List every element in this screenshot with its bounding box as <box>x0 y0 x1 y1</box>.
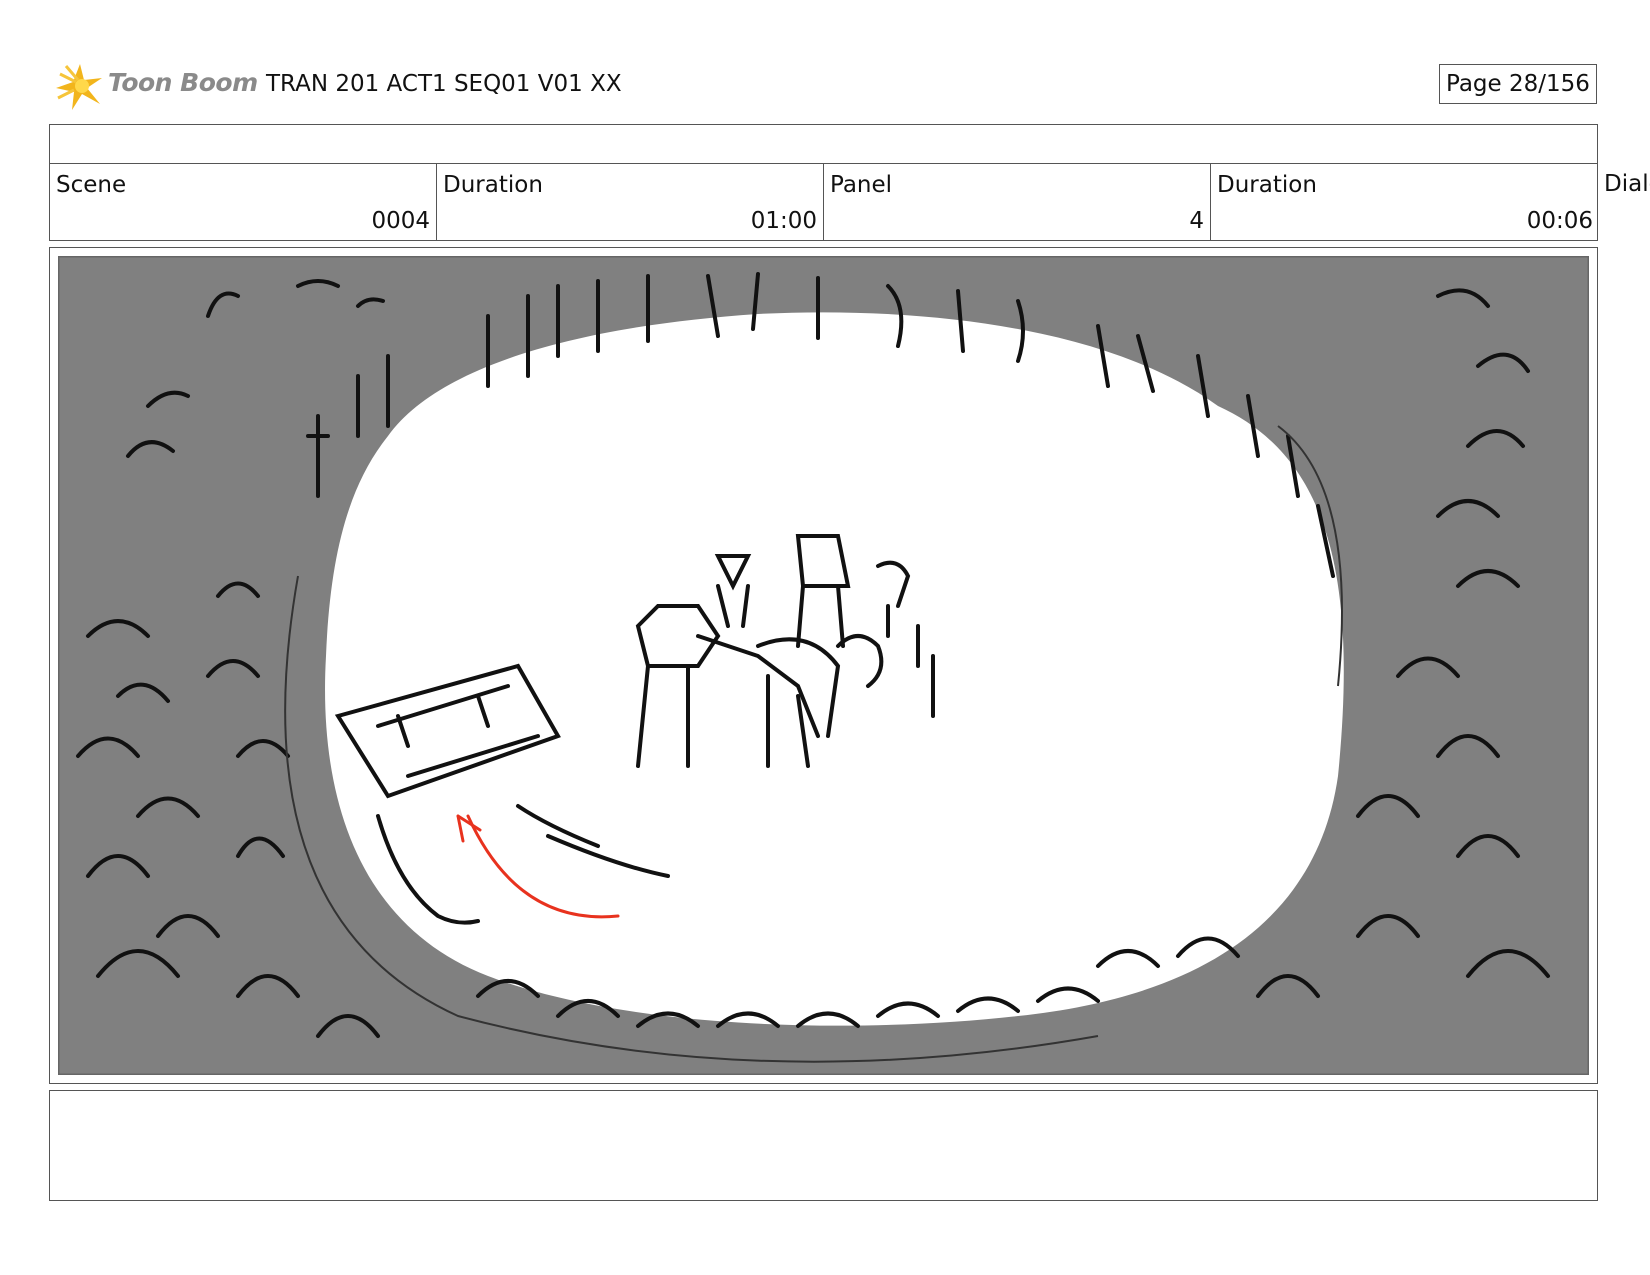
header-strip <box>49 124 1598 164</box>
panel-value: 4 <box>1189 208 1204 234</box>
storyboard-sketch <box>58 256 1589 1075</box>
notes-box <box>49 1090 1598 1201</box>
panel-label: Panel <box>830 172 893 198</box>
dialog-label: Dialo <box>1604 171 1650 197</box>
scene-label: Scene <box>56 172 127 198</box>
scene-value: 0004 <box>371 208 430 234</box>
scene-duration-label: Duration <box>443 172 543 198</box>
toon-boom-logo: Toon Boom <box>52 58 258 114</box>
info-row: Scene 0004 Duration 01:00 Panel 4 Durati… <box>49 163 1598 241</box>
page-indicator: Page 28/156 <box>1439 64 1597 104</box>
logo-text: Toon Boom <box>108 68 258 97</box>
panel-cell: Panel 4 <box>824 164 1211 240</box>
scene-duration-cell: Duration 01:00 <box>437 164 824 240</box>
document-title: TRAN 201 ACT1 SEQ01 V01 XX <box>266 71 622 97</box>
panel-duration-value: 00:06 <box>1526 208 1593 234</box>
panel-duration-cell: Duration 00:06 <box>1211 164 1599 240</box>
panel-duration-label: Duration <box>1217 172 1317 198</box>
scene-duration-value: 01:00 <box>750 208 817 234</box>
starburst-icon <box>56 64 102 110</box>
scene-cell: Scene 0004 <box>50 164 437 240</box>
storyboard-panel <box>49 247 1598 1084</box>
